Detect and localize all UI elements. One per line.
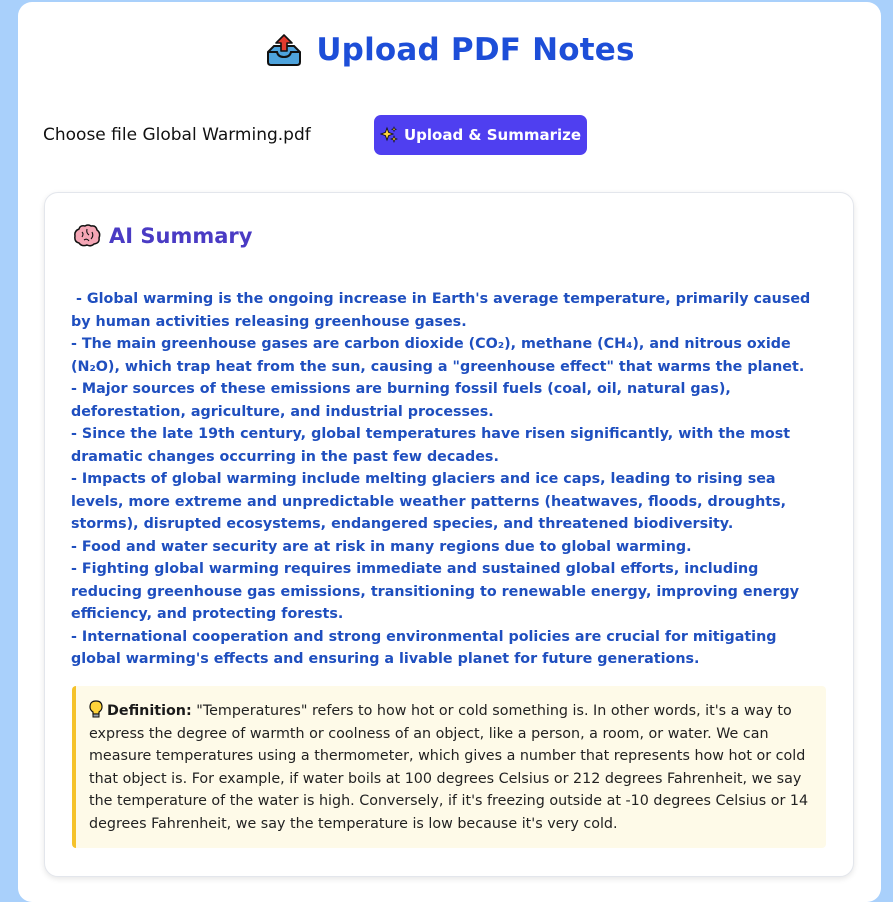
summary-header: AI Summary: [73, 223, 252, 249]
summary-line: - Fighting global warming requires immed…: [71, 561, 800, 622]
main-panel: Upload PDF Notes Choose file Global Warm…: [18, 2, 881, 902]
page-header: Upload PDF Notes: [18, 32, 881, 76]
outbox-tray-icon: [267, 34, 302, 66]
brain-icon: [74, 224, 101, 247]
summary-line: - Food and water security are at risk in…: [71, 538, 692, 555]
upload-button-label: Upload & Summarize: [403, 126, 582, 144]
summary-line: - Major sources of these emissions are b…: [71, 381, 731, 420]
page-title: Upload PDF Notes: [316, 32, 635, 68]
definition-box: Definition: "Temperatures" refers to how…: [72, 686, 826, 848]
summary-text: - Global warming is the ongoing increase…: [71, 288, 831, 671]
summary-card: AI Summary - Global warming is the ongoi…: [44, 192, 854, 877]
summary-line: - The main greenhouse gases are carbon d…: [71, 336, 805, 375]
definition-text: "Temperatures" refers to how hot or cold…: [89, 703, 809, 832]
summary-title: AI Summary: [109, 224, 253, 248]
light-bulb-icon: [89, 700, 103, 718]
summary-line: - Impacts of global warming include melt…: [71, 471, 787, 532]
sparkles-icon: [379, 126, 398, 144]
definition-label: Definition:: [107, 703, 192, 719]
summary-line: - Since the late 19th century, global te…: [71, 426, 791, 465]
summary-line: - International cooperation and strong e…: [71, 628, 777, 668]
summary-line: - Global warming is the ongoing increase…: [71, 291, 816, 330]
file-chooser[interactable]: Choose file Global Warming.pdf: [43, 125, 311, 145]
upload-summarize-button[interactable]: Upload & Summarize: [374, 115, 587, 155]
